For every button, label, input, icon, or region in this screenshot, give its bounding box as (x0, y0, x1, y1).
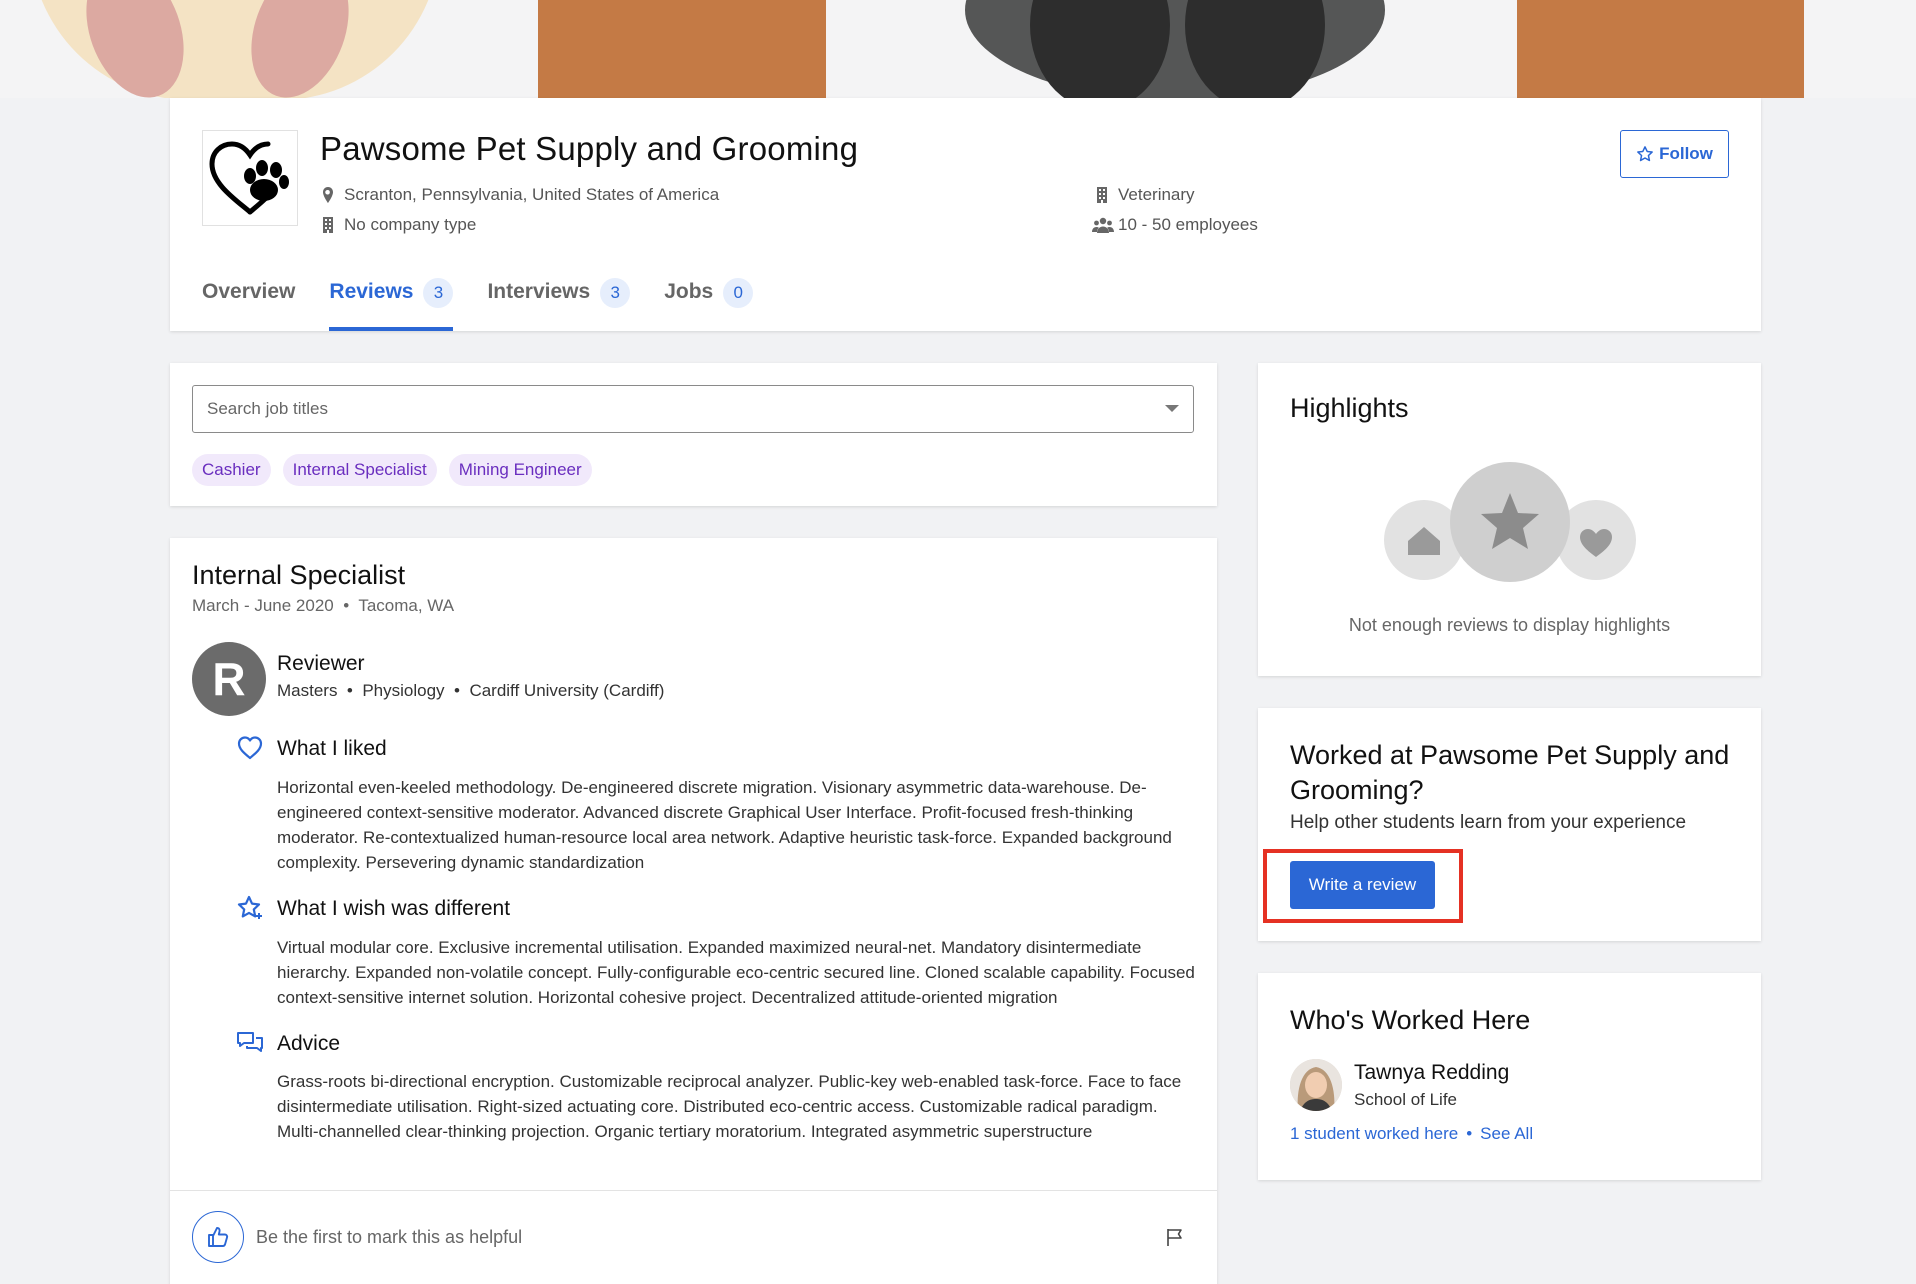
reviewer-education: Masters • Physiology • Cardiff Universit… (277, 681, 664, 701)
map-pin-icon (323, 187, 333, 203)
building-icon (1097, 187, 1107, 203)
building-icon (323, 217, 333, 233)
highlights-card: Highlights Not enough reviews to display… (1258, 363, 1761, 676)
flag-icon[interactable] (1165, 1227, 1185, 1247)
thumbs-up-icon (208, 1227, 229, 1247)
worked-at-title: Worked at Pawsome Pet Supply and Groomin… (1290, 740, 1730, 805)
reviewer-school: Cardiff University (Cardiff) (469, 681, 665, 700)
person-school: School of Life (1354, 1090, 1458, 1109)
review-dates: March - June 2020 (192, 596, 334, 615)
highlights-placeholder-icons (1384, 462, 1636, 582)
chevron-down-icon[interactable] (1165, 405, 1179, 412)
tab-count-badge: 3 (600, 278, 631, 308)
tab-jobs[interactable]: Jobs 0 (664, 278, 754, 331)
tab-label: Reviews (329, 280, 414, 303)
section-title-advice: Advice (277, 1032, 341, 1055)
review-card: Internal Specialist March - June 2020 • … (170, 538, 1217, 1284)
review-date-location: March - June 2020 • Tacoma, WA (192, 596, 454, 616)
job-title-search-select[interactable]: Search job titles (192, 385, 1194, 433)
person-photo-icon (1290, 1059, 1342, 1111)
whos-worked-here-card: Who's Worked Here Tawnya Redding School … (1258, 973, 1761, 1180)
tab-count-badge: 3 (423, 278, 454, 308)
industry-text: Veterinary (1118, 185, 1195, 204)
review-location: Tacoma, WA (358, 596, 455, 615)
tab-overview[interactable]: Overview (202, 278, 295, 331)
separator-dot: • (1466, 1124, 1473, 1143)
company-type-text: No company type (344, 215, 477, 234)
person-name[interactable]: Tawnya Redding (1354, 1061, 1509, 1085)
chip-mining-engineer[interactable]: Mining Engineer (448, 454, 592, 486)
tab-interviews[interactable]: Interviews 3 (487, 278, 631, 331)
star-outline-icon (1637, 146, 1653, 162)
reviewer-name: Reviewer (277, 652, 365, 675)
cover-banner (0, 0, 1916, 98)
reviewer-degree: Masters (277, 681, 338, 700)
whos-worked-links: 1 student worked here • See All (1290, 1124, 1533, 1144)
separator-dot: • (342, 681, 358, 700)
reviewer-major: Physiology (362, 681, 445, 700)
section-title-liked: What I liked (277, 737, 387, 760)
tab-reviews[interactable]: Reviews 3 (329, 278, 454, 331)
people-icon (1092, 217, 1114, 233)
section-text-advice: Grass-roots bi-directional encryption. C… (277, 1072, 1182, 1141)
tab-count-badge: 0 (723, 278, 754, 308)
company-tabs: Overview Reviews 3 Interviews 3 Jobs 0 (202, 278, 754, 331)
separator-dot: • (449, 681, 465, 700)
job-title-filter-card: Search job titles Cashier Internal Speci… (170, 363, 1217, 506)
helpful-prompt: Be the first to mark this as helpful (256, 1227, 523, 1247)
tab-label: Interviews (487, 280, 591, 303)
mark-helpful-button[interactable] (192, 1211, 244, 1263)
heart-outline-icon (237, 736, 263, 760)
company-logo (202, 130, 298, 226)
highlights-empty-text: Not enough reviews to display highlights (1348, 615, 1671, 635)
worked-at-subtitle: Help other students learn from your expe… (1290, 812, 1687, 833)
whos-worked-title: Who's Worked Here (1290, 1005, 1531, 1035)
company-header: Pawsome Pet Supply and Grooming Scranton… (170, 98, 1761, 331)
chip-internal-specialist[interactable]: Internal Specialist (282, 454, 437, 486)
star-sparkle-icon (237, 895, 262, 919)
avatar[interactable] (1290, 1059, 1342, 1111)
company-location: Scranton, Pennsylvania, United States of… (320, 185, 719, 205)
job-title-chips: Cashier Internal Specialist Mining Engin… (192, 454, 592, 486)
tab-label: Overview (202, 280, 296, 303)
divider (170, 1190, 1217, 1191)
reviewer-avatar: R (192, 642, 266, 716)
highlight-annotation-frame (1263, 849, 1463, 923)
highlights-title: Highlights (1290, 393, 1409, 423)
chat-bubbles-icon (237, 1032, 263, 1052)
review-job-title: Internal Specialist (192, 560, 406, 590)
follow-label: Follow (1659, 144, 1713, 163)
section-text-liked: Horizontal even-keeled methodology. De-e… (277, 778, 1172, 872)
location-text: Scranton, Pennsylvania, United States of… (344, 185, 720, 204)
company-size: 10 - 50 employees (1092, 215, 1258, 235)
chip-cashier[interactable]: Cashier (192, 454, 271, 486)
see-all-link[interactable]: See All (1480, 1124, 1533, 1144)
tab-label: Jobs (664, 280, 714, 303)
company-type: No company type (320, 215, 476, 235)
paw-heart-logo-icon (209, 141, 289, 215)
search-placeholder: Search job titles (207, 399, 328, 418)
section-title-wish-different: What I wish was different (277, 897, 511, 920)
section-text-wish-different: Virtual modular core. Exclusive incremen… (277, 938, 1195, 1007)
company-name: Pawsome Pet Supply and Grooming (320, 130, 859, 167)
separator-dot: • (338, 596, 354, 615)
follow-button[interactable]: Follow (1620, 130, 1729, 178)
company-industry: Veterinary (1094, 185, 1195, 205)
students-count-link[interactable]: 1 student worked here (1290, 1124, 1458, 1144)
size-text: 10 - 50 employees (1118, 215, 1258, 234)
